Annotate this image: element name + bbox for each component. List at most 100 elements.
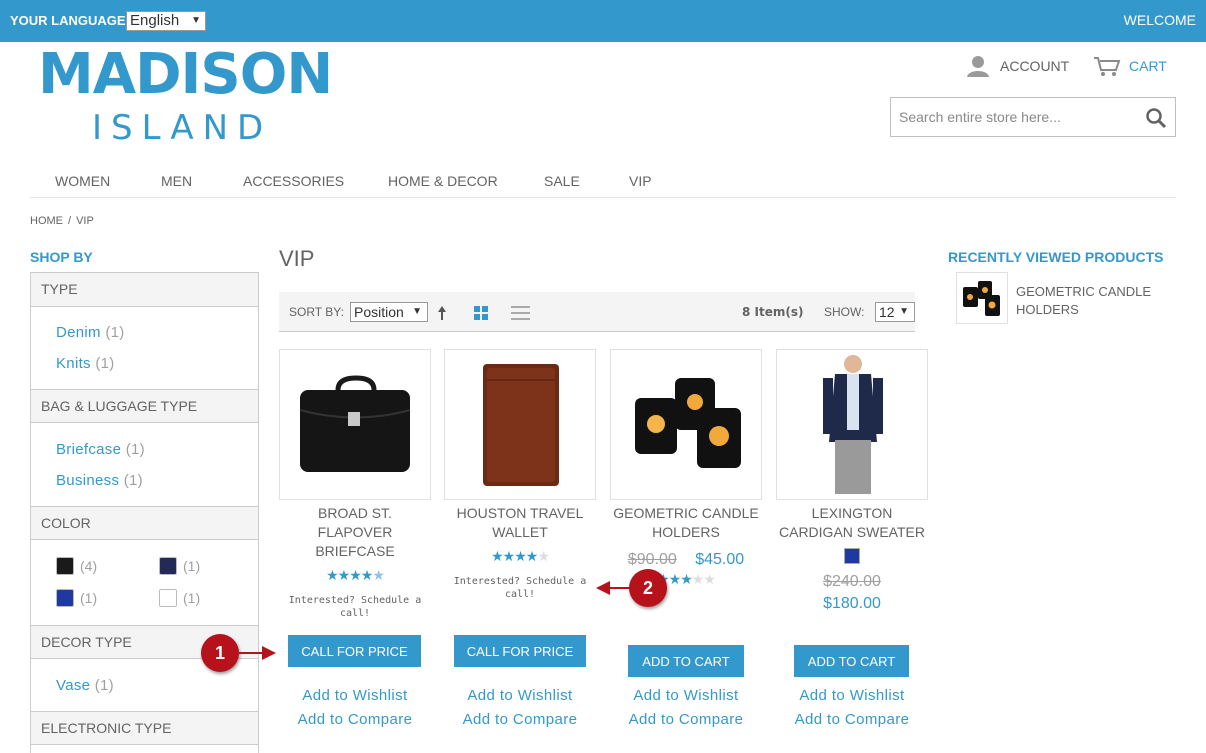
- list-view-icon[interactable]: [511, 306, 530, 320]
- candle-holders-thumbnail: [963, 281, 1000, 316]
- schedule-call-note: Interested? Schedule a call!: [453, 576, 587, 600]
- color-swatch-blue[interactable]: (1): [56, 589, 97, 607]
- logo-sub[interactable]: ISLAND: [92, 108, 272, 148]
- facet-count: (1): [123, 472, 143, 489]
- facet-count: (1): [105, 324, 125, 341]
- color-swatch-white[interactable]: (1): [159, 589, 200, 607]
- account-label: ACCOUNT: [1000, 58, 1070, 74]
- swatch-count: (1): [80, 590, 98, 606]
- language-label: YOUR LANGUAGE:: [10, 13, 130, 28]
- product-name[interactable]: LEXINGTON CARDIGAN SWEATER: [776, 504, 928, 542]
- page-title: VIP: [279, 246, 315, 271]
- search-box: [890, 97, 1176, 137]
- nav-home-decor[interactable]: HOME & DECOR: [388, 173, 498, 189]
- recently-viewed-title: RECENTLY VIEWED PRODUCTS: [948, 249, 1164, 265]
- user-icon: [967, 56, 989, 77]
- language-value: English: [130, 12, 180, 29]
- sort-value: Position: [354, 304, 404, 320]
- search-icon[interactable]: [1145, 107, 1167, 129]
- add-to-compare-link[interactable]: Add to Compare: [776, 711, 928, 728]
- sort-direction-icon[interactable]: [437, 306, 447, 320]
- old-price: $90.00: [627, 551, 677, 568]
- facet-label: Business: [56, 472, 120, 489]
- product-card: GEOMETRIC CANDLE HOLDERS $90.00 $45.00 ★★…: [610, 349, 762, 588]
- language-select[interactable]: English ▼: [126, 11, 206, 31]
- add-to-wishlist-link[interactable]: Add to Wishlist: [610, 687, 762, 704]
- account-link[interactable]: ACCOUNT: [966, 54, 1069, 78]
- rating-stars[interactable]: ★★★★★: [279, 567, 431, 584]
- dropdown-arrow-icon: ▼: [191, 15, 201, 26]
- product-image[interactable]: [776, 349, 928, 500]
- special-price: $180.00: [823, 595, 881, 612]
- facet-label: Vase: [56, 677, 91, 694]
- candle-holders-image: [635, 378, 741, 468]
- add-to-cart-button[interactable]: ADD TO CART: [794, 645, 909, 677]
- color-swatch-black[interactable]: (4): [56, 557, 97, 575]
- product-name[interactable]: GEOMETRIC CANDLE HOLDERS: [610, 504, 762, 542]
- callout-arrowhead-icon: [596, 581, 610, 595]
- limit-value: 12: [879, 304, 895, 320]
- add-to-wishlist-link[interactable]: Add to Wishlist: [279, 687, 431, 704]
- search-input[interactable]: [891, 98, 1131, 136]
- product-name[interactable]: HOUSTON TRAVEL WALLET: [444, 504, 596, 542]
- nav-vip[interactable]: VIP: [629, 173, 652, 189]
- schedule-call-note: Interested? Schedule a call!: [288, 595, 422, 619]
- limit-select[interactable]: 12 ▼: [875, 302, 915, 322]
- facet-link-vase[interactable]: Vase (1): [56, 677, 114, 694]
- facet-label: Briefcase: [56, 441, 122, 458]
- product-name[interactable]: BROAD ST. FLAPOVER BRIEFCASE: [279, 504, 431, 561]
- add-to-cart-button[interactable]: ADD TO CART: [628, 645, 744, 677]
- add-to-compare-link[interactable]: Add to Compare: [610, 711, 762, 728]
- swatch-count: (1): [183, 558, 201, 574]
- nav-sale[interactable]: SALE: [544, 173, 580, 189]
- wallet-image: [483, 364, 559, 486]
- breadcrumb-home[interactable]: HOME: [30, 215, 63, 227]
- product-card: BROAD ST. FLAPOVER BRIEFCASE ★★★★★ Intere…: [279, 349, 431, 620]
- facet-link-briefcase[interactable]: Briefcase (1): [56, 441, 145, 458]
- nav-accessories[interactable]: ACCESSORIES: [243, 173, 344, 189]
- add-to-compare-link[interactable]: Add to Compare: [279, 711, 431, 728]
- top-bar: YOUR LANGUAGE: English ▼ WELCOME: [0, 0, 1206, 42]
- facet-count: (1): [95, 355, 115, 372]
- grid-view-icon[interactable]: [474, 306, 488, 320]
- facet-count: (1): [94, 677, 114, 694]
- recently-viewed-thumbnail[interactable]: [956, 272, 1008, 324]
- facet-link-denim[interactable]: Denim (1): [56, 324, 125, 341]
- breadcrumb: HOME / VIP: [30, 215, 94, 227]
- add-to-compare-link[interactable]: Add to Compare: [444, 711, 596, 728]
- facet-electronic-title[interactable]: ELECTRONIC TYPE: [31, 711, 258, 745]
- show-label: SHOW:: [824, 305, 865, 319]
- product-image[interactable]: [279, 349, 431, 500]
- product-color-swatch[interactable]: [844, 548, 860, 564]
- logo-main[interactable]: MADISON: [38, 42, 333, 107]
- rating-stars[interactable]: ★★★★★: [444, 548, 596, 565]
- callout-badge-2: 2: [629, 569, 667, 607]
- facet-bag-title[interactable]: BAG & LUGGAGE TYPE: [31, 389, 258, 423]
- layered-navigation: TYPE Denim (1) Knits (1) BAG & LUGGAGE T…: [30, 272, 259, 753]
- swatch-count: (4): [80, 558, 98, 574]
- add-to-wishlist-link[interactable]: Add to Wishlist: [444, 687, 596, 704]
- product-image[interactable]: [610, 349, 762, 500]
- sort-select[interactable]: Position ▼: [350, 302, 428, 322]
- breadcrumb-separator: /: [68, 215, 72, 227]
- product-image[interactable]: [444, 349, 596, 500]
- callout-badge-1: 1: [201, 634, 239, 672]
- recently-viewed-item[interactable]: GEOMETRIC CANDLE HOLDERS: [1016, 283, 1176, 319]
- briefcase-image: [299, 375, 411, 472]
- facet-type-title[interactable]: TYPE: [31, 273, 258, 307]
- nav-men[interactable]: MEN: [161, 173, 192, 189]
- product-name-line: WALLET: [492, 524, 548, 540]
- facet-color-title[interactable]: COLOR: [31, 506, 258, 540]
- facet-link-business[interactable]: Business (1): [56, 472, 143, 489]
- color-swatch-navy[interactable]: (1): [159, 557, 200, 575]
- nav-women[interactable]: WOMEN: [55, 173, 110, 189]
- facet-link-knits[interactable]: Knits (1): [56, 355, 115, 372]
- product-card: LEXINGTON CARDIGAN SWEATER $240.00 $180.0…: [776, 349, 928, 613]
- item-count: 8 Item(s): [742, 305, 804, 319]
- add-to-wishlist-link[interactable]: Add to Wishlist: [776, 687, 928, 704]
- price-box: $90.00 $45.00: [610, 551, 762, 569]
- call-for-price-button[interactable]: CALL FOR PRICE: [454, 635, 586, 667]
- call-for-price-button[interactable]: CALL FOR PRICE: [288, 635, 421, 667]
- product-card: HOUSTON TRAVEL WALLET ★★★★★ Interested? S…: [444, 349, 596, 601]
- cart-link[interactable]: CART: [1093, 54, 1167, 78]
